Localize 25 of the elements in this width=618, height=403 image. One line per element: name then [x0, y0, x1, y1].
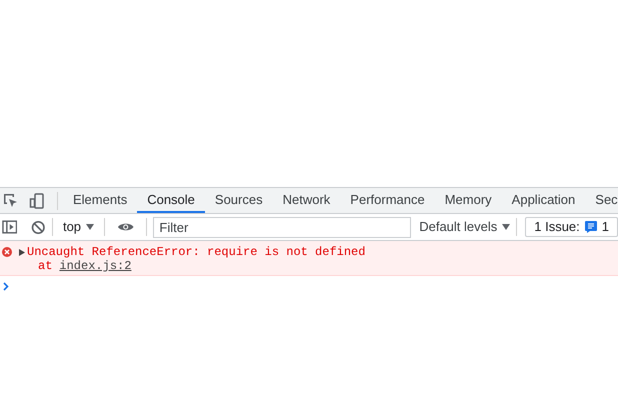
- filter-field[interactable]: Filter: [153, 216, 412, 238]
- panel-tab[interactable]: Memory: [434, 188, 502, 213]
- issues-button[interactable]: 1 Issue: 1: [525, 217, 618, 237]
- panel-tab[interactable]: Application: [502, 188, 586, 213]
- device-toolbar-icon[interactable]: [29, 192, 45, 208]
- inspect-element-icon[interactable]: [3, 192, 19, 208]
- panel-tab[interactable]: Elements: [63, 188, 138, 213]
- panel-tab[interactable]: Sec: [585, 188, 618, 213]
- dropdown-caret-icon: [86, 224, 94, 230]
- sidebar-toggle-icon[interactable]: [2, 219, 18, 235]
- panel-tab[interactable]: Network: [272, 188, 340, 213]
- panel-tab[interactable]: Sources: [204, 188, 273, 213]
- clear-console-icon[interactable]: [31, 220, 46, 234]
- panel-tab[interactable]: Performance: [340, 188, 435, 213]
- log-levels-dropdown[interactable]: Default levels: [419, 217, 510, 237]
- dropdown-caret-icon: [502, 224, 510, 230]
- stack-prefix: at: [38, 259, 52, 273]
- error-icon: [2, 247, 12, 257]
- expand-arrow-icon[interactable]: [19, 248, 25, 256]
- error-text: Uncaught ReferenceError: require is not defined: [27, 245, 366, 259]
- eye-icon[interactable]: [117, 221, 134, 233]
- context-selector[interactable]: top: [58, 217, 98, 237]
- prompt-caret-icon: [3, 282, 9, 291]
- message-icon: [584, 221, 597, 233]
- source-link[interactable]: index.js:2: [59, 259, 132, 273]
